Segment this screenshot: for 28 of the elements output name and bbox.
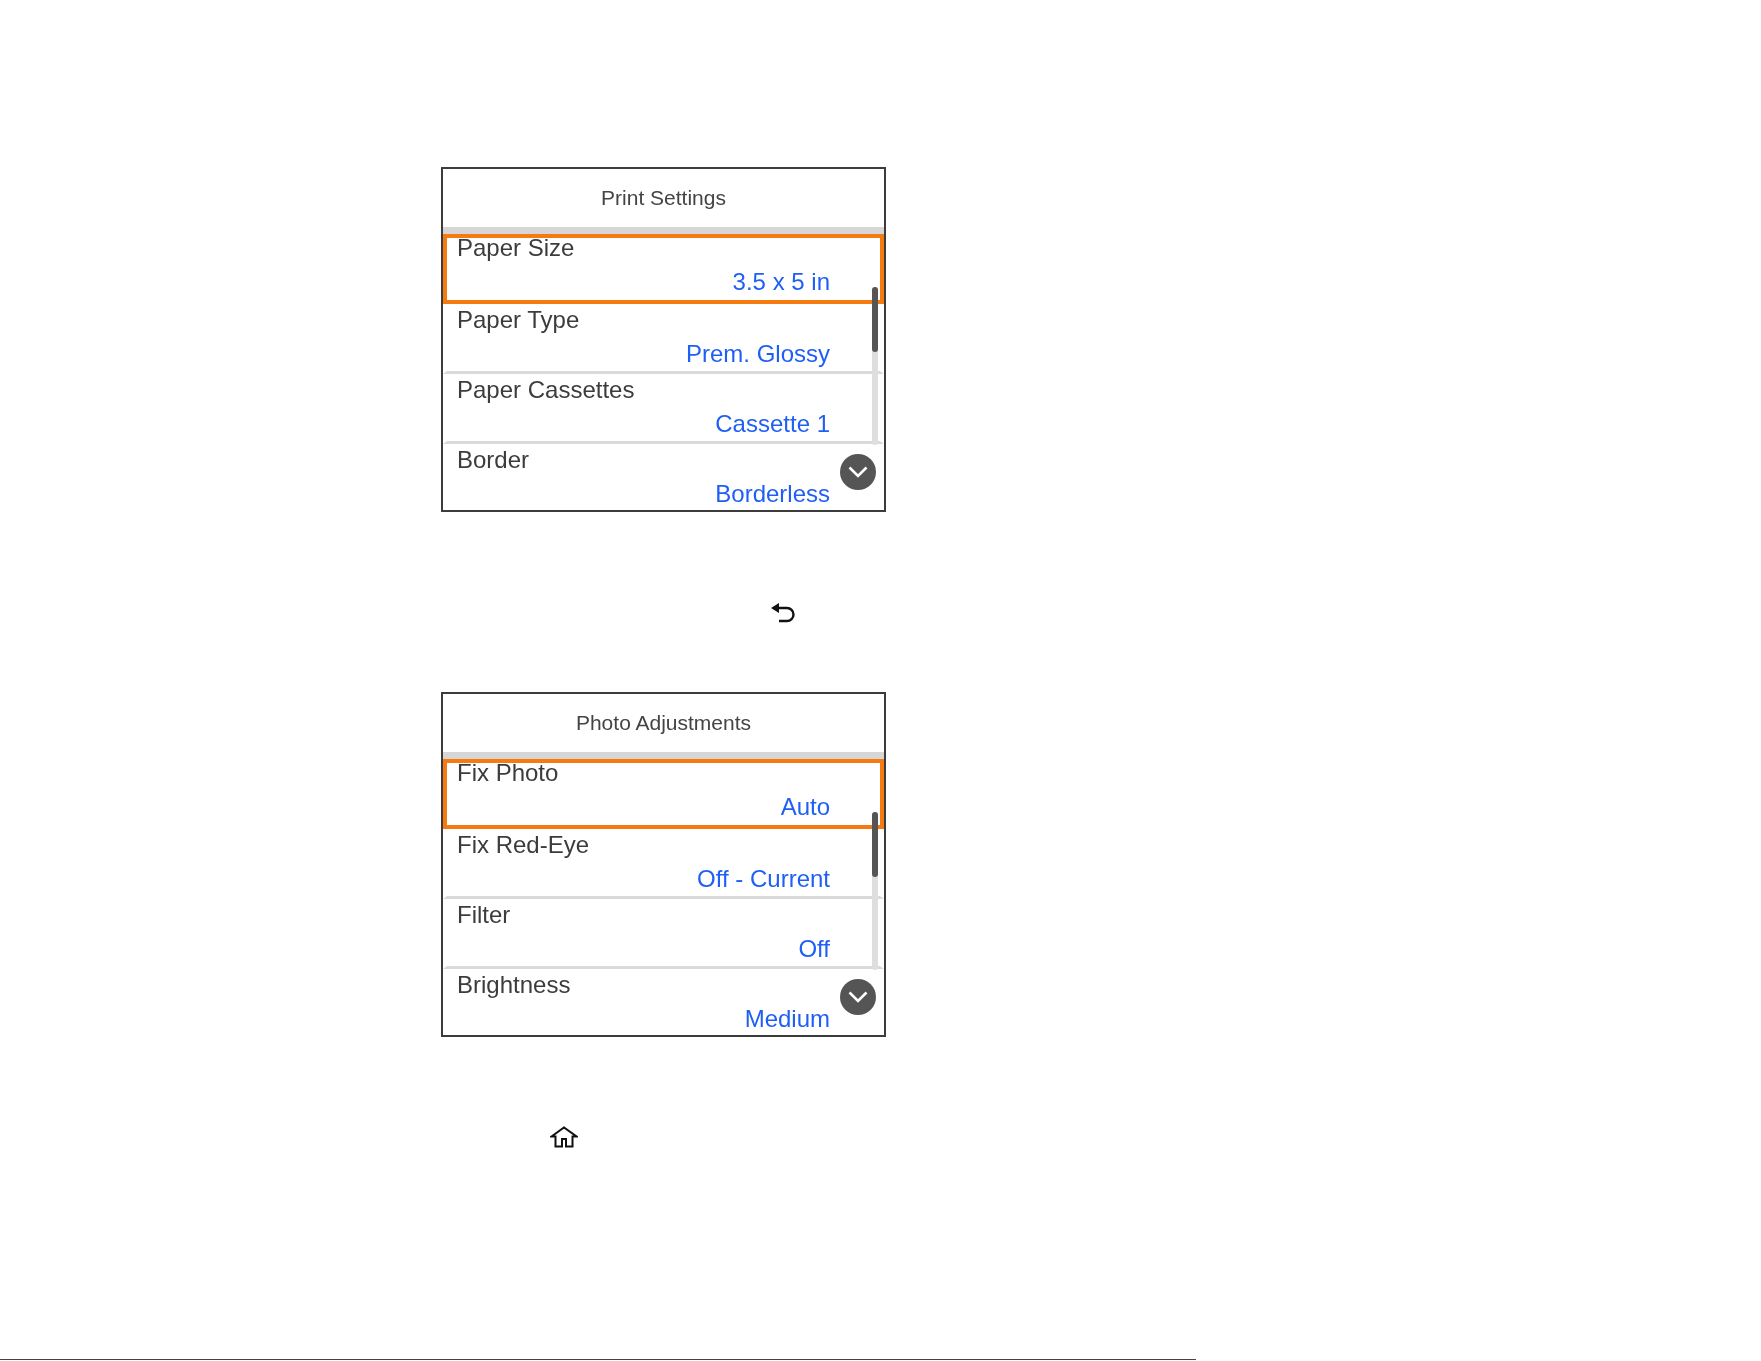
- setting-name: Brightness: [457, 971, 571, 999]
- scroll-down-button[interactable]: [840, 454, 876, 490]
- setting-name: Fix Red-Eye: [457, 831, 590, 859]
- chevron-down-icon: [848, 466, 868, 478]
- setting-name: Paper Type: [457, 306, 580, 334]
- setting-value: Auto: [780, 793, 830, 821]
- screen-title: Print Settings: [601, 185, 726, 211]
- setting-name: Border: [457, 446, 530, 474]
- setting-value: Medium: [744, 1005, 830, 1033]
- setting-value: Off: [798, 935, 830, 963]
- setting-name: Filter: [457, 901, 511, 929]
- setting-value: Borderless: [715, 480, 830, 508]
- scrollbar-thumb[interactable]: [872, 287, 878, 352]
- back-icon: [771, 603, 795, 623]
- setting-value: Prem. Glossy: [685, 340, 830, 368]
- menu-item[interactable]: Paper Size 3.5 x 5 in: [443, 234, 884, 304]
- setting-name: Paper Size: [457, 234, 575, 262]
- setting-name: Fix Photo: [457, 759, 559, 787]
- screen-title: Photo Adjustments: [575, 710, 752, 736]
- menu-item[interactable]: Fix Photo Auto: [443, 759, 884, 829]
- scrollbar-thumb[interactable]: [872, 812, 878, 877]
- setting-value: 3.5 x 5 in: [732, 268, 830, 296]
- setting-name: Paper Cassettes: [457, 376, 635, 404]
- setting-value: Cassette 1: [715, 410, 830, 438]
- scroll-down-button[interactable]: [840, 979, 876, 1015]
- chevron-down-icon: [848, 991, 868, 1003]
- home-icon: [550, 1126, 578, 1148]
- setting-value: Off - Current: [697, 865, 830, 893]
